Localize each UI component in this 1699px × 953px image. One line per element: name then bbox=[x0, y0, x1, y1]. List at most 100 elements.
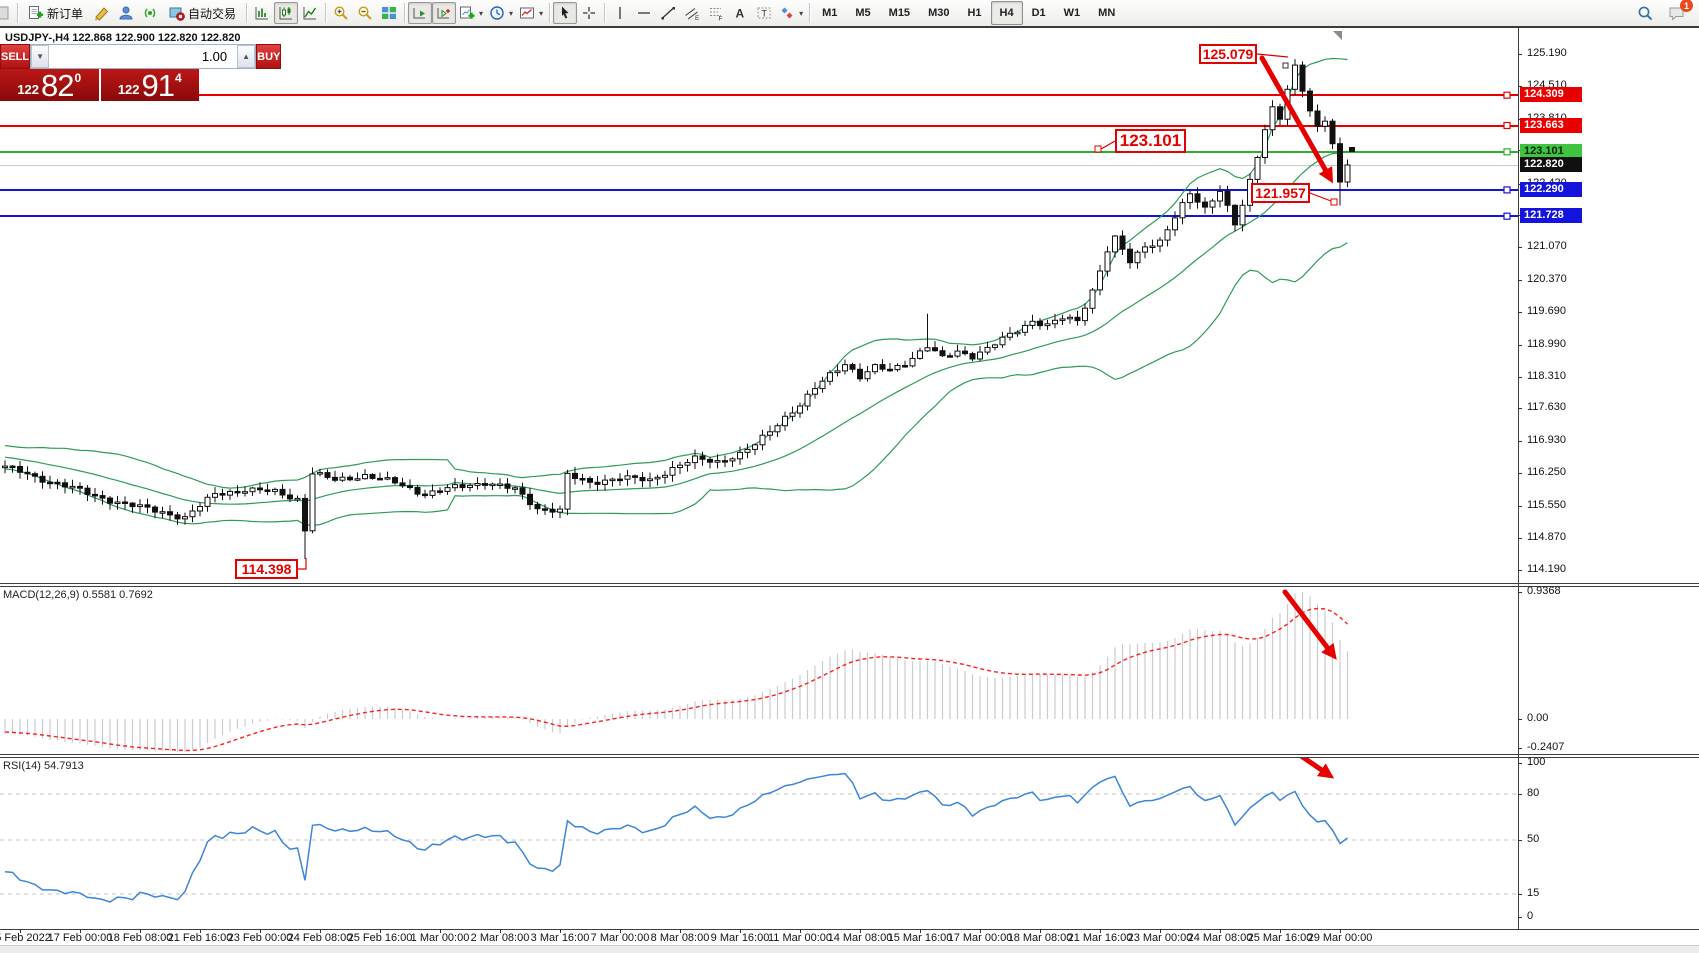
price-level-label[interactable]: 122.820 bbox=[1520, 157, 1582, 172]
channel-button[interactable]: E bbox=[680, 2, 704, 24]
chart-area[interactable]: 125.190124.510123.810123.130122.420121.7… bbox=[0, 28, 1699, 952]
price-tick: 114.870 bbox=[1527, 531, 1566, 543]
templates-button[interactable]: ▾ bbox=[516, 2, 546, 24]
auto-scroll-button[interactable] bbox=[408, 2, 432, 24]
horizontal-line-button[interactable] bbox=[632, 2, 656, 24]
divider bbox=[246, 3, 247, 23]
bar-chart-button[interactable] bbox=[250, 2, 274, 24]
trendline-button[interactable] bbox=[656, 2, 680, 24]
periods-button[interactable]: ▾ bbox=[486, 2, 516, 24]
tick-mark bbox=[1518, 592, 1522, 593]
buy-price-big: 91 bbox=[142, 73, 174, 99]
annotation-price-125079[interactable]: 125.079 bbox=[1199, 44, 1257, 64]
sell-button[interactable]: SELL bbox=[0, 44, 30, 69]
divider bbox=[325, 3, 326, 23]
panel-separator[interactable] bbox=[0, 583, 1699, 584]
buy-price-panel[interactable]: 122 91 4 bbox=[101, 69, 200, 101]
candlestick-canvas[interactable] bbox=[0, 28, 1518, 583]
zoom-in-button[interactable] bbox=[329, 2, 353, 24]
price-tick: 118.310 bbox=[1527, 370, 1566, 382]
chart-shift-button[interactable] bbox=[432, 2, 456, 24]
profile-button[interactable] bbox=[114, 2, 138, 24]
signal-icon bbox=[142, 5, 158, 21]
text-label-icon: T bbox=[756, 5, 772, 21]
toolbar: 新订单 自动交易 ▾ ▾ ▾ bbox=[0, 0, 1699, 26]
annotation-price-121957[interactable]: 121.957 bbox=[1251, 183, 1310, 203]
fibonacci-button[interactable]: F bbox=[704, 2, 728, 24]
volume-input[interactable] bbox=[49, 45, 237, 68]
timeframe-m15[interactable]: M15 bbox=[880, 1, 919, 25]
volume-decrease-button[interactable]: ▼ bbox=[31, 45, 49, 68]
tick-mark bbox=[1518, 377, 1522, 378]
auto-trading-label: 自动交易 bbox=[188, 5, 236, 22]
divider bbox=[17, 3, 18, 23]
tick-mark bbox=[1518, 312, 1522, 313]
fibonacci-icon: F bbox=[708, 5, 724, 21]
periods-icon bbox=[489, 5, 505, 21]
new-order-button[interactable]: 新订单 bbox=[21, 2, 90, 24]
price-level-label[interactable]: 121.728 bbox=[1520, 208, 1582, 223]
divider bbox=[404, 3, 405, 23]
text-label-button[interactable]: T bbox=[752, 2, 776, 24]
shapes-button[interactable]: ▾ bbox=[776, 2, 806, 24]
auto-trading-button[interactable]: 自动交易 bbox=[162, 2, 243, 24]
clipped-edge-icon bbox=[0, 2, 14, 24]
panel-separator[interactable] bbox=[0, 754, 1699, 755]
macd-canvas[interactable] bbox=[0, 586, 1518, 753]
panel-separator[interactable] bbox=[0, 757, 1699, 758]
price-tick: 116.250 bbox=[1527, 466, 1566, 478]
timeframe-w1[interactable]: W1 bbox=[1055, 1, 1090, 25]
vertical-line-icon bbox=[612, 5, 628, 21]
volume-increase-button[interactable]: ▲ bbox=[237, 45, 255, 68]
timeframe-h1[interactable]: H1 bbox=[958, 1, 990, 25]
timeframe-group: M1M5M15M30H1H4D1W1MN bbox=[813, 1, 1124, 25]
rsi-tick: 15 bbox=[1527, 887, 1539, 899]
buy-button[interactable]: BUY bbox=[256, 44, 281, 69]
timeframe-m1[interactable]: M1 bbox=[813, 1, 846, 25]
chat-button[interactable]: 1 bbox=[1665, 2, 1689, 24]
price-axis: 125.190124.510123.810123.130122.420121.7… bbox=[1518, 28, 1699, 946]
tick-mark bbox=[1518, 54, 1522, 55]
price-level-label[interactable]: 124.309 bbox=[1520, 87, 1582, 102]
price-level-label[interactable]: 123.663 bbox=[1520, 118, 1582, 133]
line-chart-button[interactable] bbox=[298, 2, 322, 24]
tick-mark bbox=[1518, 570, 1522, 571]
cursor-button[interactable] bbox=[553, 2, 577, 24]
sell-price-panel[interactable]: 122 82 0 bbox=[0, 69, 101, 101]
signal-button[interactable] bbox=[138, 2, 162, 24]
timeframe-mn[interactable]: MN bbox=[1089, 1, 1124, 25]
text-button[interactable]: A bbox=[728, 2, 752, 24]
timeframe-h4[interactable]: H4 bbox=[991, 1, 1023, 25]
price-level-label[interactable]: 122.290 bbox=[1520, 182, 1582, 197]
styles-button[interactable] bbox=[90, 2, 114, 24]
trendline-icon bbox=[660, 5, 676, 21]
zoom-out-button[interactable] bbox=[353, 2, 377, 24]
new-chart-button[interactable]: ▾ bbox=[456, 2, 486, 24]
styles-icon bbox=[94, 5, 110, 21]
toolbar-divider bbox=[0, 26, 1699, 28]
rsi-tick: 0 bbox=[1527, 910, 1533, 922]
rsi-canvas[interactable] bbox=[0, 757, 1518, 929]
timeframe-d1[interactable]: D1 bbox=[1023, 1, 1055, 25]
vertical-line-button[interactable] bbox=[608, 2, 632, 24]
tick-mark bbox=[1518, 473, 1522, 474]
divider bbox=[809, 3, 810, 23]
panel-separator[interactable] bbox=[0, 586, 1699, 587]
annotation-price-123101[interactable]: 123.101 bbox=[1115, 129, 1186, 153]
templates-icon bbox=[519, 5, 535, 21]
date-label: 29 Mar 00:00 bbox=[1295, 932, 1385, 944]
timeframe-m5[interactable]: M5 bbox=[846, 1, 879, 25]
candlestick-button[interactable] bbox=[274, 2, 298, 24]
macd-tick: 0.9368 bbox=[1527, 585, 1561, 597]
annotation-price-114398[interactable]: 114.398 bbox=[235, 559, 298, 579]
bar-chart-icon bbox=[254, 5, 270, 21]
rsi-tick: 100 bbox=[1527, 756, 1545, 768]
tick-mark bbox=[1518, 794, 1522, 795]
search-button[interactable] bbox=[1633, 2, 1657, 24]
tick-mark bbox=[1518, 840, 1522, 841]
chevron-down-icon: ▾ bbox=[479, 9, 483, 18]
crosshair-button[interactable] bbox=[577, 2, 601, 24]
timeframe-m30[interactable]: M30 bbox=[919, 1, 958, 25]
price-tick: 114.190 bbox=[1527, 563, 1566, 575]
tile-windows-button[interactable] bbox=[377, 2, 401, 24]
